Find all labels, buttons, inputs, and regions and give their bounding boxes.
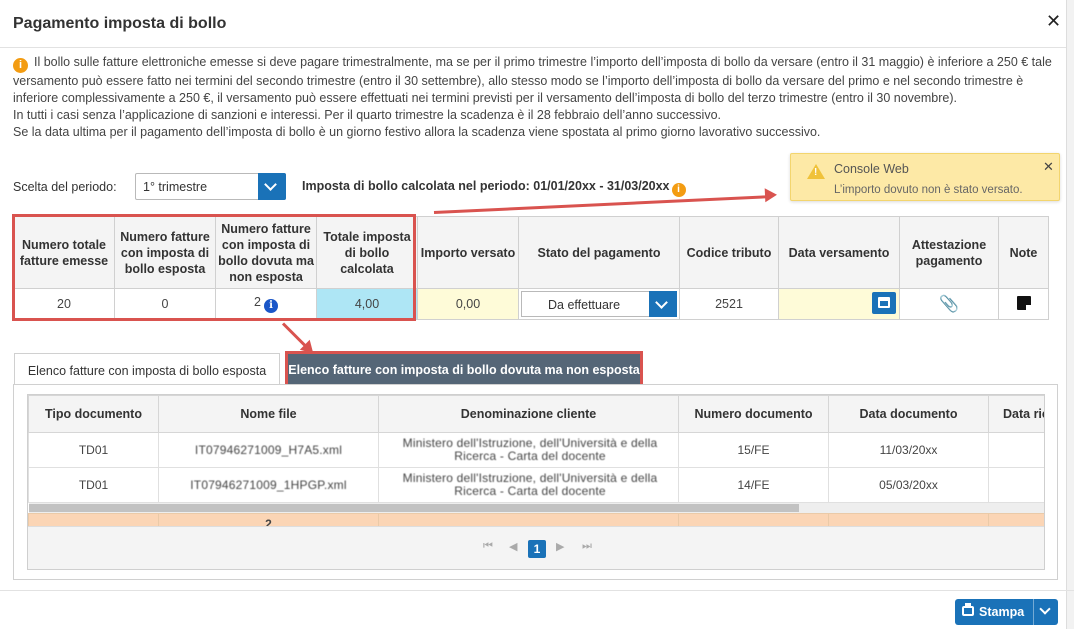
info-text: i Il bollo sulle fatture elettroniche eme… <box>13 54 1053 141</box>
codice-tributo-cell: 2521 <box>679 288 779 320</box>
print-button[interactable]: Stampa <box>955 599 1058 625</box>
printer-icon <box>962 603 974 616</box>
info-icon[interactable]: i <box>671 183 686 197</box>
chevron-down-icon[interactable] <box>1039 603 1051 615</box>
period-summary: Imposta di bollo calcolata nel periodo: … <box>302 179 686 197</box>
importo-versato-input[interactable]: 0,00 <box>417 288 519 320</box>
col-header: Data versamento <box>778 216 900 289</box>
info-line-3: Se la data ultima per il pagamento dell’… <box>13 125 821 139</box>
toast-title: Console Web <box>834 162 909 176</box>
tab-panel: Tipo documento Nome file Denominazione c… <box>13 384 1058 580</box>
pager: ⏮ ◀ 1 ▶ ⏭ <box>28 526 1044 569</box>
tipo-cell: TD01 <box>28 467 159 503</box>
tipo-cell: TD01 <box>28 432 159 468</box>
col-header[interactable]: Denominazione cliente <box>378 395 679 433</box>
data-ric-cell <box>988 432 1044 468</box>
bollo-esposta-cell: 0 <box>114 288 216 320</box>
split-divider <box>1033 599 1034 625</box>
stato-pagamento-cell: Da effettuare <box>518 288 680 320</box>
period-select-toggle[interactable] <box>258 173 286 200</box>
table-row[interactable]: TD01 IT07946271009_1HPGP.xml Ministero d… <box>28 467 1044 503</box>
data-cell: 05/03/20xx <box>828 467 989 503</box>
horizontal-scrollbar[interactable] <box>28 503 1044 513</box>
col-header: Numero fatture con imposta di bollo dovu… <box>215 216 317 289</box>
toast-message: L’importo dovuto non è stato versato. <box>834 184 1023 196</box>
warning-icon: ! <box>807 164 825 179</box>
tab-bollo-esposta[interactable]: Elenco fatture con imposta di bollo espo… <box>14 353 280 385</box>
col-header: Numero totale fatture emesse <box>13 216 115 289</box>
file-cell: IT07946271009_1HPGP.xml <box>158 467 379 503</box>
tab-bollo-non-esposta[interactable]: Elenco fatture con imposta di bollo dovu… <box>288 353 640 385</box>
data-ric-cell <box>988 467 1044 503</box>
attestazione-cell: 📎 <box>899 288 999 320</box>
next-page-icon[interactable]: ▶ <box>556 540 564 553</box>
cliente-cell: Ministero dell'Istruzione, dell'Universi… <box>378 432 679 468</box>
dialog-title: Pagamento imposta di bollo <box>13 15 227 32</box>
info-icon: i <box>13 58 28 73</box>
print-label: Stampa <box>979 605 1025 619</box>
col-header: Stato del pagamento <box>518 216 680 289</box>
current-page[interactable]: 1 <box>528 540 546 558</box>
stato-pagamento-value: Da effettuare <box>548 298 621 312</box>
invoice-grid: Tipo documento Nome file Denominazione c… <box>27 394 1045 570</box>
invoice-table: Tipo documento Nome file Denominazione c… <box>28 395 1044 535</box>
chevron-down-icon <box>655 296 668 309</box>
col-header: Importo versato <box>417 216 519 289</box>
col-header: Note <box>998 216 1049 289</box>
numero-cell: 14/FE <box>678 467 829 503</box>
col-header: Attestazione pagamento <box>899 216 999 289</box>
chevron-down-icon <box>264 178 277 191</box>
toast-warning: ! Console Web L’importo dovuto non è sta… <box>790 153 1060 201</box>
col-header[interactable]: Tipo documento <box>28 395 159 433</box>
stato-pagamento-toggle[interactable] <box>649 291 677 317</box>
annotation-arrowhead <box>764 187 778 203</box>
stato-pagamento-select[interactable]: Da effettuare <box>521 291 677 317</box>
hscroll-row <box>28 503 1044 514</box>
period-select[interactable]: 1° trimestre <box>135 173 286 200</box>
col-header: Codice tributo <box>679 216 779 289</box>
close-icon[interactable]: ✕ <box>1046 11 1061 32</box>
info-line-1: Il bollo sulle fatture elettroniche emes… <box>13 55 1052 105</box>
note-cell <box>998 288 1049 320</box>
scrollbar-thumb[interactable] <box>28 504 799 512</box>
col-header: Totale imposta di bollo calcolata <box>316 216 418 289</box>
totale-imposta-cell: 4,00 <box>316 288 418 320</box>
bollo-non-esposta-cell: 2i <box>215 288 317 320</box>
last-page-icon[interactable]: ⏭ <box>582 540 592 553</box>
close-icon[interactable]: ✕ <box>1043 159 1054 175</box>
period-summary-text: Imposta di bollo calcolata nel periodo: … <box>302 179 670 193</box>
period-label: Scelta del periodo: <box>13 180 117 194</box>
bollo-non-esposta-value: 2 <box>254 295 261 309</box>
col-header[interactable]: Numero documento <box>678 395 829 433</box>
paperclip-icon[interactable]: 📎 <box>939 296 959 313</box>
summary-table: Numero totale fatture emesse Numero fatt… <box>13 216 1049 320</box>
data-cell: 11/03/20xx <box>828 432 989 468</box>
first-page-icon[interactable]: ⏮ <box>483 540 493 553</box>
dialog-titlebar: Pagamento imposta di bollo ✕ <box>0 0 1074 48</box>
cliente-cell: Ministero dell'Istruzione, dell'Universi… <box>378 467 679 503</box>
window-scrollbar[interactable] <box>1066 0 1074 629</box>
data-versamento-cell[interactable] <box>778 288 900 320</box>
totale-fatture-cell: 20 <box>13 288 115 320</box>
numero-cell: 15/FE <box>678 432 829 468</box>
table-row[interactable]: TD01 IT07946271009_H7A5.xml Ministero de… <box>28 432 1044 468</box>
annotation-arrow <box>433 195 767 214</box>
col-header[interactable]: Data documento <box>828 395 989 433</box>
period-select-value: 1° trimestre <box>143 180 208 194</box>
col-header[interactable]: Nome file <box>158 395 379 433</box>
file-cell: IT07946271009_H7A5.xml <box>158 432 379 468</box>
info-icon[interactable]: i <box>263 299 278 313</box>
dialog-footer: Stampa <box>0 590 1074 629</box>
col-header[interactable]: Data ric <box>988 395 1044 433</box>
calendar-icon <box>878 297 890 308</box>
prev-page-icon[interactable]: ◀ <box>509 540 517 553</box>
col-header: Numero fatture con imposta di bollo espo… <box>114 216 216 289</box>
info-line-2: In tutti i casi senza l’applicazione di … <box>13 108 722 122</box>
note-icon[interactable] <box>1016 295 1031 310</box>
calendar-button[interactable] <box>872 292 896 314</box>
summary-row: 20 0 2i 4,00 0,00 Da effettuare 2521 📎 <box>13 288 1049 320</box>
